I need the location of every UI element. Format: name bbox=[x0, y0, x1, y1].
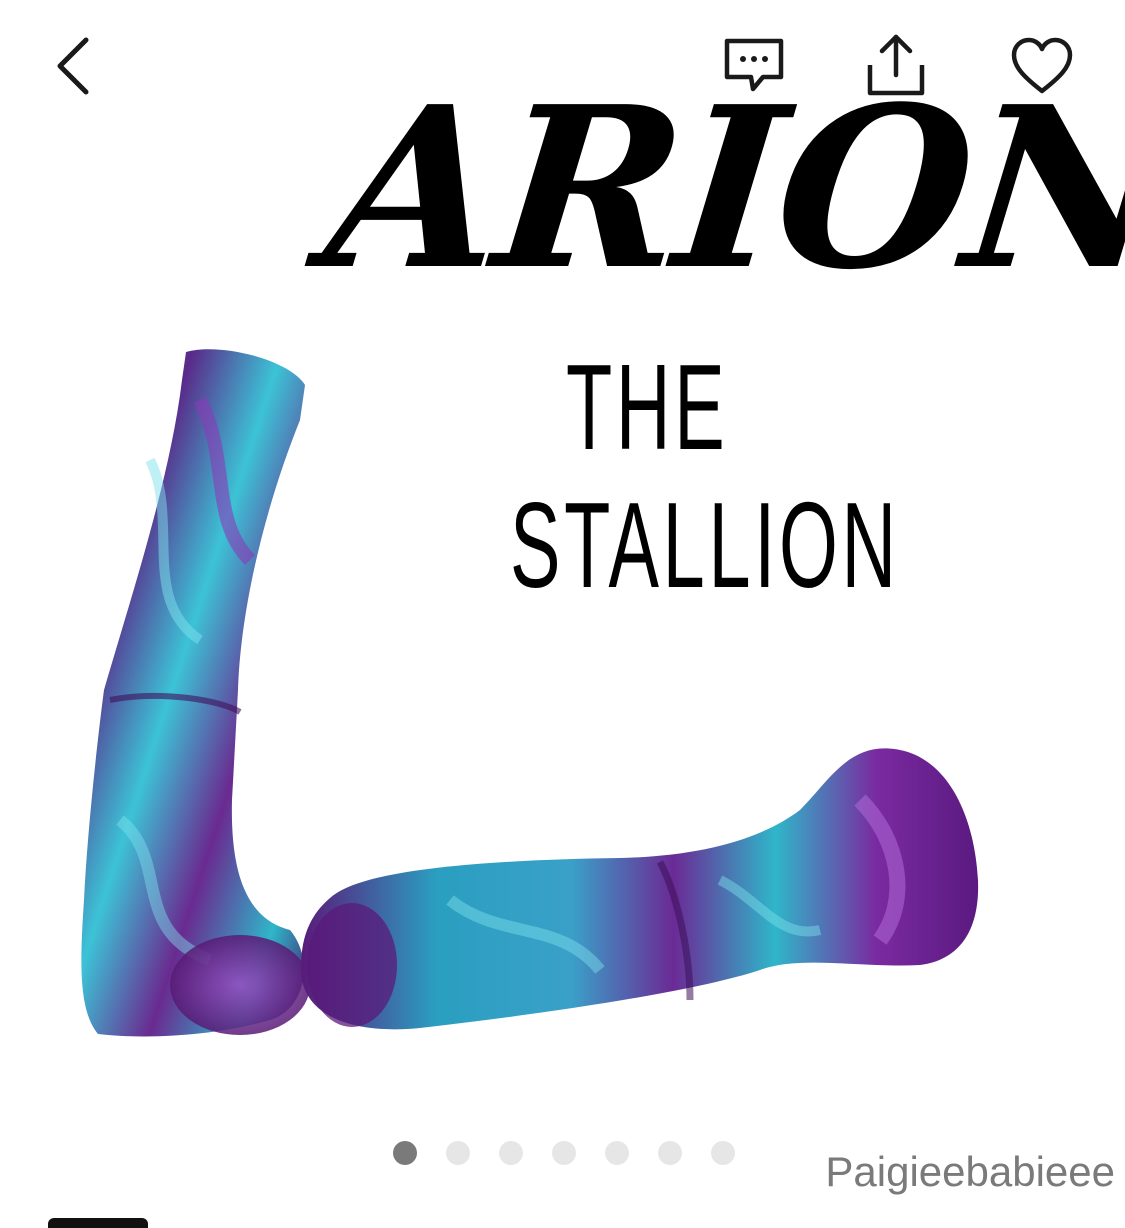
pager-dot[interactable] bbox=[393, 1141, 417, 1165]
chevron-left-icon bbox=[57, 37, 89, 95]
message-button[interactable] bbox=[718, 30, 790, 102]
pager-dot[interactable] bbox=[552, 1141, 576, 1165]
share-upload-icon bbox=[867, 34, 925, 96]
gallery-pager bbox=[393, 1141, 735, 1165]
message-dots-icon bbox=[724, 38, 784, 92]
product-title-stallion: STALLION bbox=[510, 477, 900, 613]
seller-watermark: Paigieebabieee bbox=[825, 1148, 1115, 1195]
product-title-the: THE bbox=[566, 339, 729, 475]
pager-dot[interactable] bbox=[499, 1141, 523, 1165]
pager-dot[interactable] bbox=[605, 1141, 629, 1165]
product-title-arion: ARION bbox=[316, 59, 1125, 319]
heart-outline-icon bbox=[1011, 37, 1073, 94]
pager-dot[interactable] bbox=[658, 1141, 682, 1165]
pager-dot[interactable] bbox=[711, 1141, 735, 1165]
standing-toy bbox=[81, 349, 310, 1037]
favorite-button[interactable] bbox=[1004, 30, 1080, 102]
share-button[interactable] bbox=[858, 26, 934, 102]
lying-toy bbox=[301, 748, 979, 1030]
bottom-bar-edge bbox=[48, 1218, 148, 1228]
pager-dot[interactable] bbox=[446, 1141, 470, 1165]
back-button[interactable] bbox=[40, 30, 104, 102]
